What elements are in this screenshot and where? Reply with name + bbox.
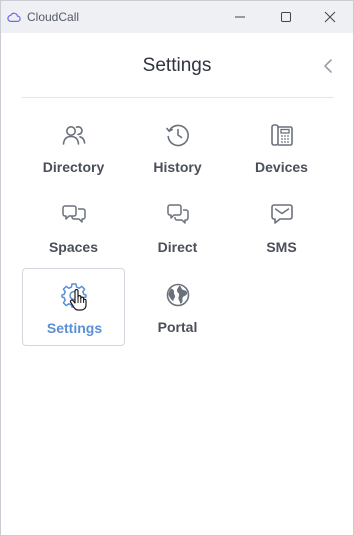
globe-icon xyxy=(166,283,189,307)
menu-item-label: History xyxy=(153,159,202,175)
header-divider xyxy=(22,97,334,98)
menu-item-directory[interactable]: Directory xyxy=(22,108,125,186)
page-title: Settings xyxy=(142,55,212,76)
menu-item-direct[interactable]: Direct xyxy=(126,188,229,266)
hand-cursor-icon xyxy=(69,289,87,311)
maximize-button[interactable] xyxy=(263,1,309,33)
menu-item-label: Portal xyxy=(157,319,198,335)
close-icon xyxy=(324,11,336,23)
sms-icon xyxy=(270,204,293,224)
back-button[interactable] xyxy=(319,57,337,75)
menu-item-label: Devices xyxy=(255,159,308,175)
app-window: CloudCall Settings Directory History Dev… xyxy=(0,0,354,536)
clock-icon xyxy=(165,124,189,147)
menu-item-label: Directory xyxy=(42,159,105,175)
title-bar: CloudCall xyxy=(1,1,353,33)
close-button[interactable] xyxy=(307,1,353,33)
menu-item-label: Spaces xyxy=(48,239,99,255)
menu-item-history[interactable]: History xyxy=(126,108,229,186)
app-title: CloudCall xyxy=(27,10,80,24)
chevron-left-icon xyxy=(324,59,332,73)
menu-item-label: SMS xyxy=(266,239,297,255)
menu-item-settings[interactable]: Settings xyxy=(22,268,125,346)
menu-item-label: Settings xyxy=(46,320,103,336)
minimize-icon xyxy=(235,16,245,18)
chat-bubbles-icon xyxy=(61,205,86,223)
users-icon xyxy=(62,126,85,145)
desk-phone-icon xyxy=(270,124,293,146)
menu-item-portal[interactable]: Portal xyxy=(126,268,229,346)
menu-item-sms[interactable]: SMS xyxy=(230,188,333,266)
direct-message-icon xyxy=(166,204,189,224)
menu-item-spaces[interactable]: Spaces xyxy=(22,188,125,266)
cloud-icon xyxy=(7,12,21,22)
menu-item-devices[interactable]: Devices xyxy=(230,108,333,186)
menu-item-label: Direct xyxy=(157,239,198,255)
maximize-icon xyxy=(281,12,291,22)
page-header: Settings xyxy=(1,33,353,97)
minimize-button[interactable] xyxy=(217,1,263,33)
